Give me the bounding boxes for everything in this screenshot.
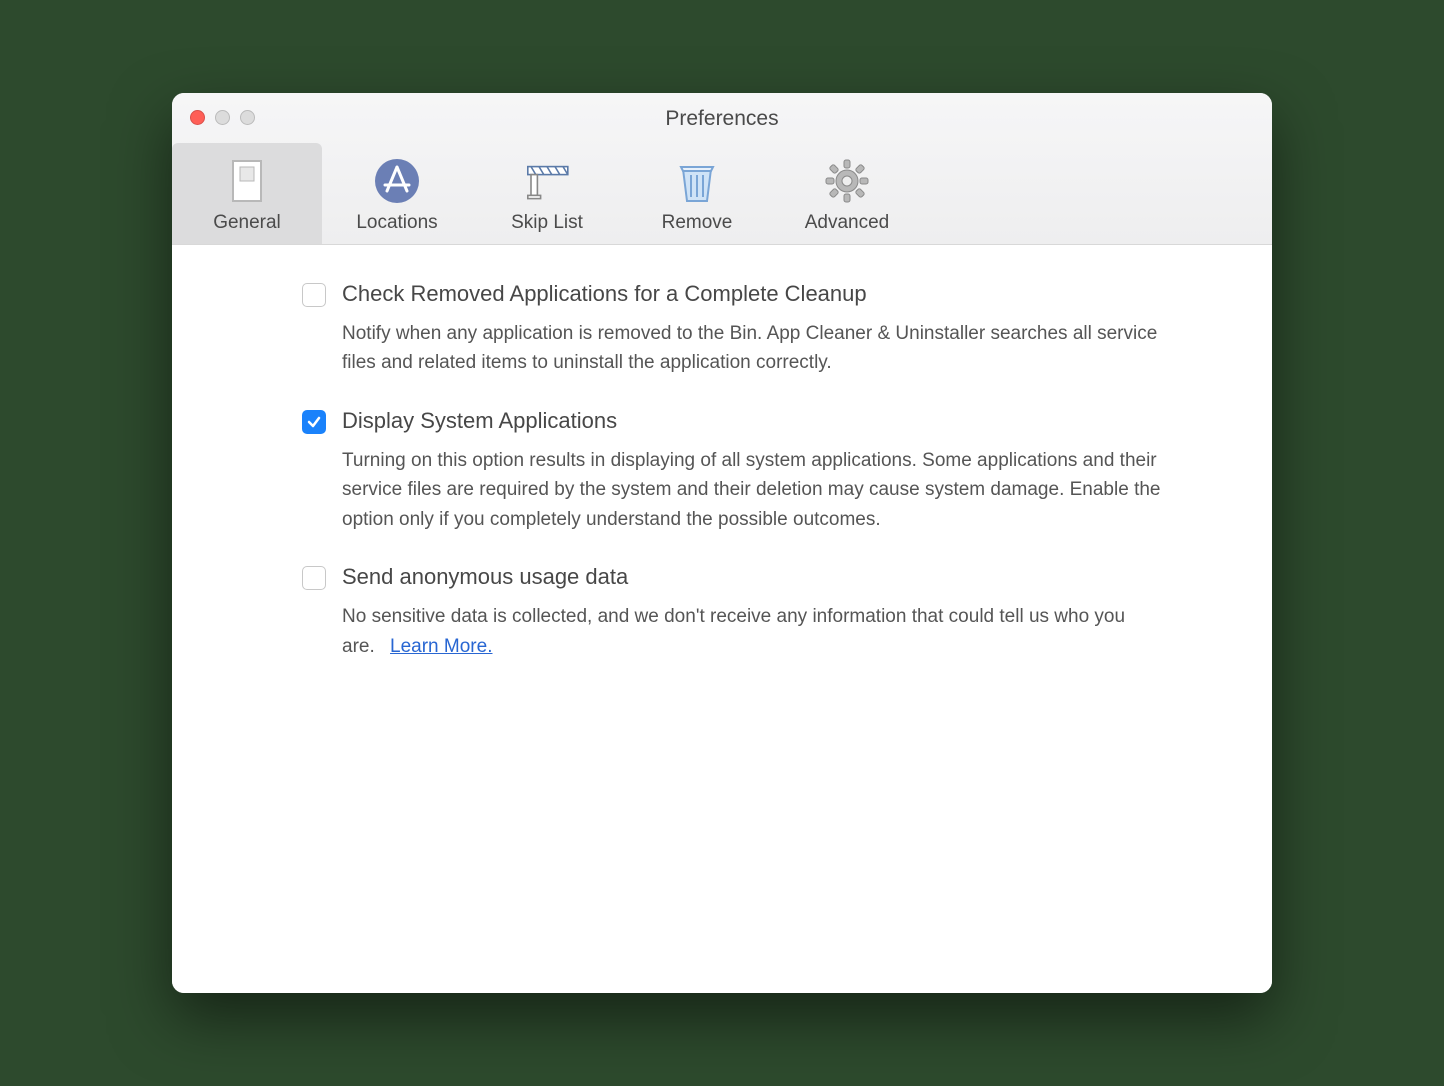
appstore-icon — [322, 153, 472, 208]
toolbar: General Locations — [172, 143, 1272, 244]
checkbox-complete-cleanup[interactable] — [302, 283, 326, 307]
tab-label: Locations — [322, 212, 472, 234]
barrier-icon — [472, 153, 622, 208]
tab-skip-list[interactable]: Skip List — [472, 143, 622, 244]
option-anonymous-usage: Send anonymous usage data No sensitive d… — [232, 564, 1212, 661]
tab-remove[interactable]: Remove — [622, 143, 772, 244]
option-display-system-apps: Display System Applications Turning on t… — [232, 408, 1212, 534]
traffic-lights — [172, 110, 255, 125]
tab-label: Advanced — [772, 212, 922, 234]
option-title: Check Removed Applications for a Complet… — [342, 281, 1162, 307]
tab-advanced[interactable]: Advanced — [772, 143, 922, 244]
zoom-button[interactable] — [240, 110, 255, 125]
switch-icon — [172, 153, 322, 208]
option-title: Display System Applications — [342, 408, 1162, 434]
option-title: Send anonymous usage data — [342, 564, 1162, 590]
preferences-window: Preferences General Loc — [172, 93, 1272, 993]
option-description: Notify when any application is removed t… — [342, 319, 1162, 378]
tab-label: Skip List — [472, 212, 622, 234]
checkbox-anonymous-usage[interactable] — [302, 566, 326, 590]
gear-icon — [772, 153, 922, 208]
checkbox-display-system-apps[interactable] — [302, 410, 326, 434]
option-description: No sensitive data is collected, and we d… — [342, 602, 1162, 661]
option-description: Turning on this option results in displa… — [342, 446, 1162, 534]
learn-more-link[interactable]: Learn More. — [390, 636, 492, 657]
tab-label: General — [172, 212, 322, 234]
trash-icon — [622, 153, 772, 208]
close-button[interactable] — [190, 110, 205, 125]
window-title: Preferences — [172, 107, 1272, 143]
minimize-button[interactable] — [215, 110, 230, 125]
tab-locations[interactable]: Locations — [322, 143, 472, 244]
titlebar: Preferences General Loc — [172, 93, 1272, 245]
tab-label: Remove — [622, 212, 772, 234]
tab-general[interactable]: General — [172, 143, 322, 244]
content-pane: Check Removed Applications for a Complet… — [172, 245, 1272, 993]
option-complete-cleanup: Check Removed Applications for a Complet… — [232, 281, 1212, 378]
